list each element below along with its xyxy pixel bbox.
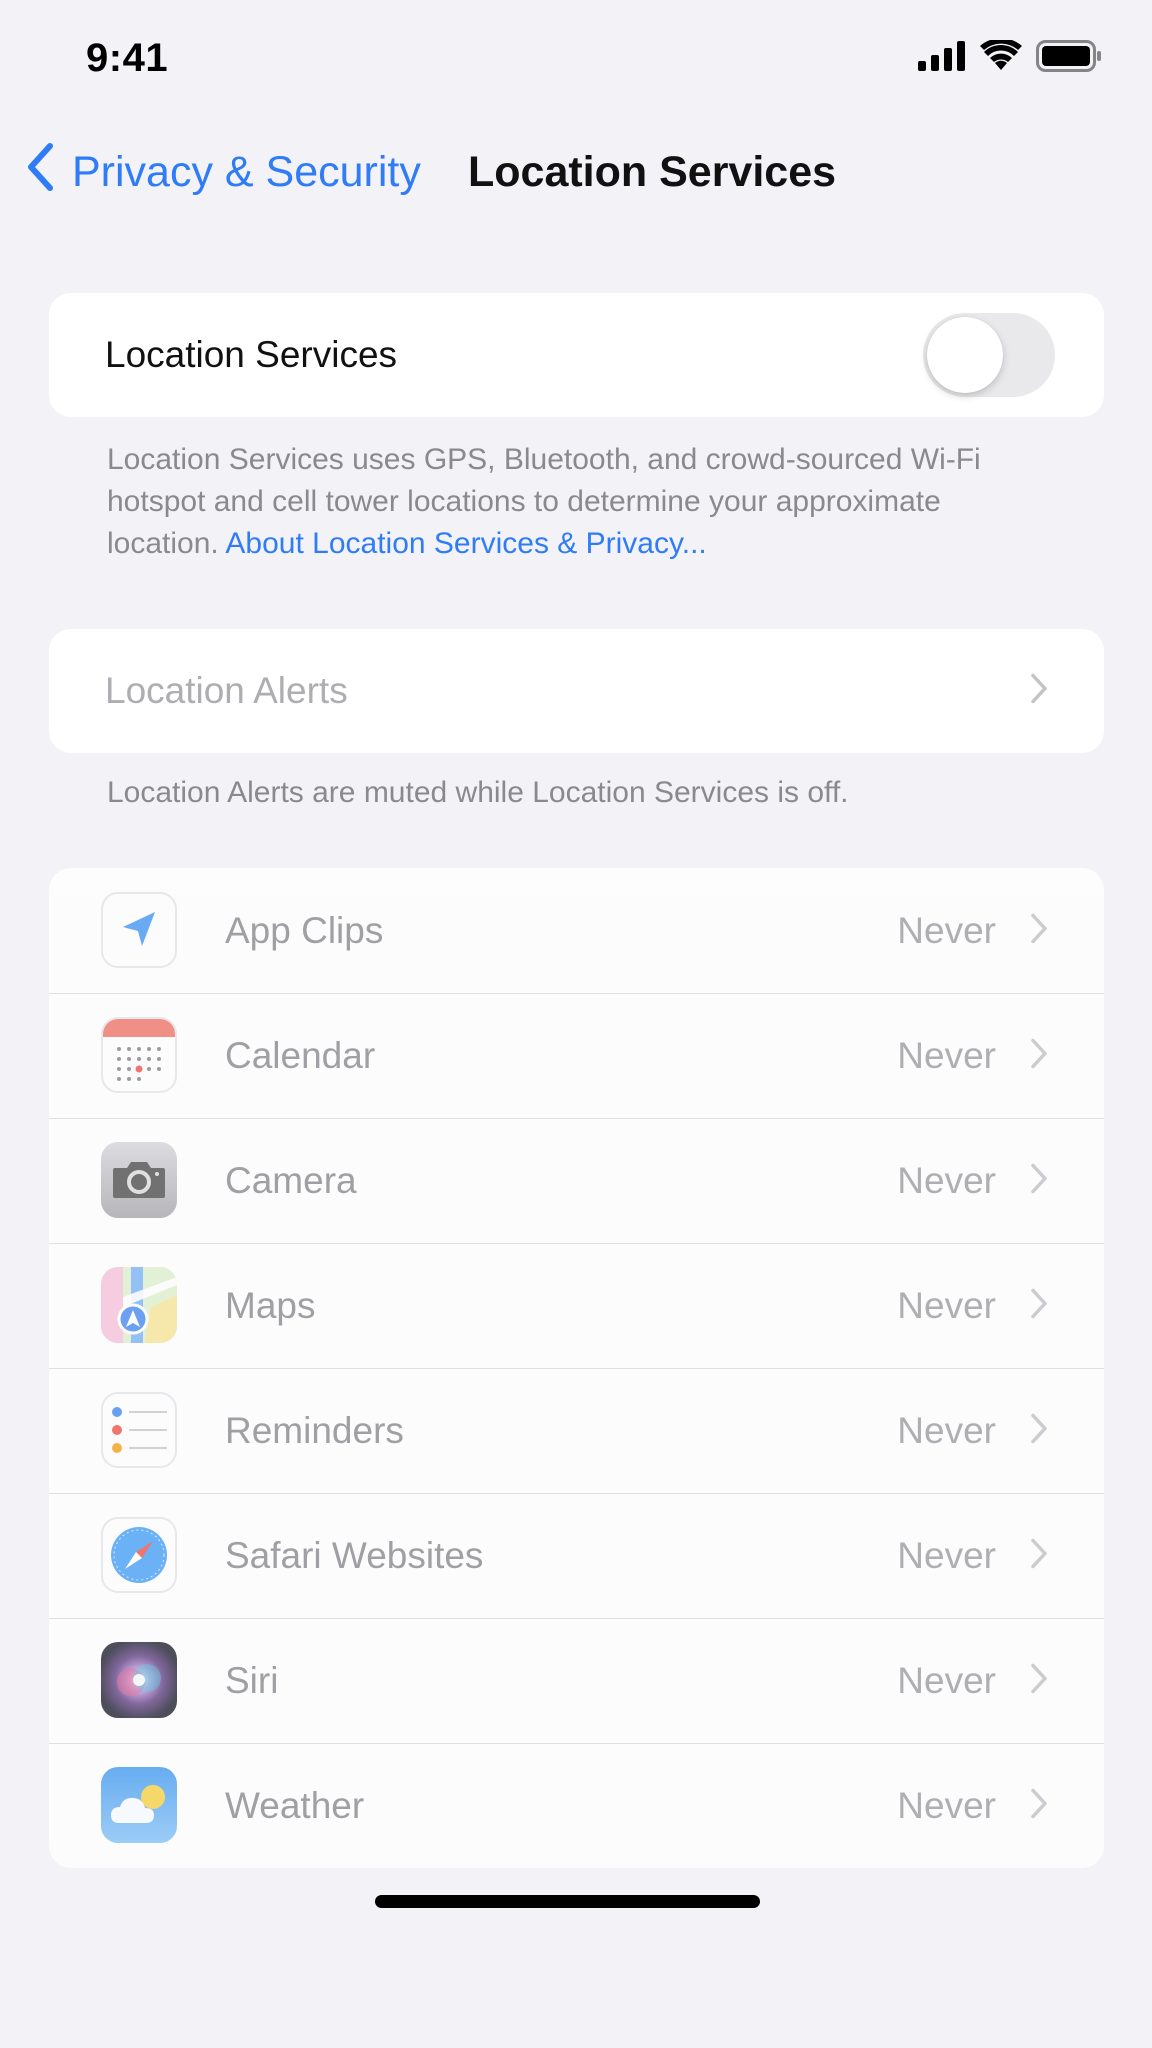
chevron-right-icon xyxy=(1030,1787,1048,1824)
app-name: Weather xyxy=(225,1785,365,1826)
app-name: Calendar xyxy=(225,1035,376,1076)
list-item-app-clips[interactable]: App Clips Never xyxy=(49,868,1104,993)
back-button-label: Privacy & Security xyxy=(72,147,421,196)
app-name: Camera xyxy=(225,1160,357,1201)
location-services-toggle[interactable] xyxy=(923,313,1055,397)
app-permission-value: Never xyxy=(897,1535,996,1576)
app-name: Safari Websites xyxy=(225,1535,484,1576)
location-services-screen: 9:41 Privacy & Security Location Service… xyxy=(0,0,1152,2048)
status-icons xyxy=(918,40,1102,72)
chevron-right-icon xyxy=(1030,1037,1048,1074)
about-privacy-link[interactable]: About Location Services & Privacy... xyxy=(225,527,706,560)
app-permission-value: Never xyxy=(897,1035,996,1076)
apps-list-card: App Clips Never Calendar Never Camera Ne… xyxy=(49,868,1104,1868)
location-services-label: Location Services xyxy=(105,334,398,375)
list-item-camera[interactable]: Camera Never xyxy=(49,1118,1104,1243)
app-name: Siri xyxy=(225,1660,279,1701)
location-arrow-icon xyxy=(101,892,177,968)
list-item-siri[interactable]: Siri Never xyxy=(49,1618,1104,1743)
location-alerts-row[interactable]: Location Alerts xyxy=(49,629,1104,753)
home-indicator[interactable] xyxy=(375,1895,760,1908)
back-button[interactable]: Privacy & Security xyxy=(26,142,421,202)
list-item-safari-websites[interactable]: Safari Websites Never xyxy=(49,1493,1104,1618)
maps-icon xyxy=(101,1267,177,1343)
app-name: App Clips xyxy=(225,910,384,951)
status-time: 9:41 xyxy=(86,36,169,80)
list-item-reminders[interactable]: Reminders Never xyxy=(49,1368,1104,1493)
list-item-maps[interactable]: Maps Never xyxy=(49,1243,1104,1368)
location-services-card: Location Services xyxy=(49,293,1104,417)
app-name: Reminders xyxy=(225,1410,404,1451)
app-name: Maps xyxy=(225,1285,316,1326)
chevron-right-icon xyxy=(1030,673,1048,710)
chevron-right-icon xyxy=(1030,1162,1048,1199)
chevron-right-icon xyxy=(1030,1662,1048,1699)
app-permission-value: Never xyxy=(897,1785,996,1826)
chevron-right-icon xyxy=(1030,1412,1048,1449)
weather-icon xyxy=(101,1767,177,1843)
toggle-knob xyxy=(927,317,1003,393)
chevron-right-icon xyxy=(1030,1287,1048,1324)
app-permission-value: Never xyxy=(897,910,996,951)
chevron-left-icon xyxy=(26,142,72,202)
safari-icon xyxy=(101,1517,177,1593)
calendar-icon xyxy=(101,1017,177,1093)
location-alerts-label: Location Alerts xyxy=(105,670,348,711)
siri-icon xyxy=(101,1642,177,1718)
list-item-calendar[interactable]: Calendar Never xyxy=(49,993,1104,1118)
list-item-weather[interactable]: Weather Never xyxy=(49,1743,1104,1868)
cellular-signal-icon xyxy=(918,41,966,71)
location-services-row: Location Services xyxy=(49,293,1104,417)
camera-icon xyxy=(101,1142,177,1218)
app-permission-value: Never xyxy=(897,1160,996,1201)
wifi-icon xyxy=(980,40,1022,72)
app-permission-value: Never xyxy=(897,1660,996,1701)
reminders-icon xyxy=(101,1392,177,1468)
location-alerts-card: Location Alerts xyxy=(49,629,1104,753)
chevron-right-icon xyxy=(1030,912,1048,949)
app-permission-value: Never xyxy=(897,1285,996,1326)
location-services-description: Location Services uses GPS, Bluetooth, a… xyxy=(107,439,1027,565)
chevron-right-icon xyxy=(1030,1537,1048,1574)
page-title: Location Services xyxy=(468,148,837,196)
app-permission-value: Never xyxy=(897,1410,996,1451)
battery-icon xyxy=(1036,40,1102,72)
location-alerts-footnote: Location Alerts are muted while Location… xyxy=(107,776,849,809)
